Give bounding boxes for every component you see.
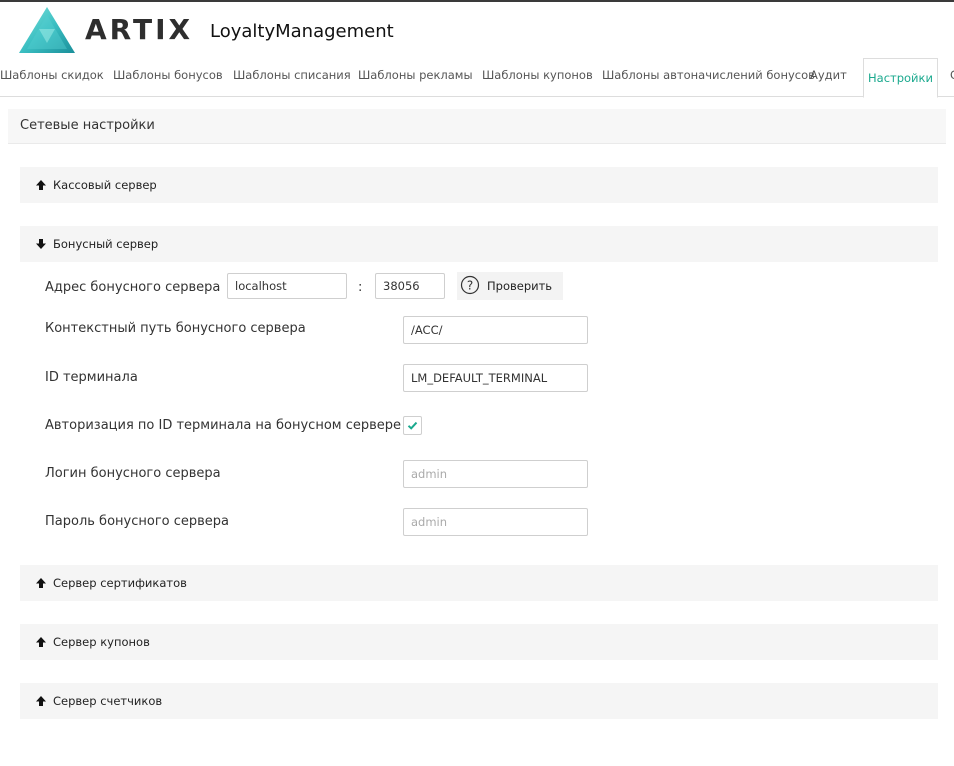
host-port-separator: : bbox=[358, 280, 363, 295]
check-button-label: Проверить bbox=[487, 279, 553, 293]
password-input[interactable] bbox=[403, 508, 588, 536]
tab-auto-bonus-templates[interactable]: Шаблоны автоначислений бонусов bbox=[602, 57, 815, 93]
terminal-auth-label: Авторизация по ID терминала на бонусном … bbox=[45, 418, 402, 433]
tab-discount-templates[interactable]: Шаблоны скидок bbox=[0, 57, 104, 93]
terminal-auth-checkbox[interactable] bbox=[403, 416, 422, 435]
terminal-id-label: ID терминала bbox=[45, 370, 138, 385]
top-border bbox=[0, 0, 954, 2]
tab-bonus-templates[interactable]: Шаблоны бонусов bbox=[113, 57, 223, 93]
panel-title: Сетевые настройки bbox=[20, 118, 155, 133]
terminal-id-input[interactable] bbox=[403, 364, 588, 392]
check-connection-button[interactable]: ? Проверить bbox=[457, 272, 563, 300]
panel-header: Сетевые настройки bbox=[8, 109, 946, 144]
context-path-input[interactable] bbox=[403, 316, 588, 344]
arrow-up-icon bbox=[36, 637, 46, 647]
main-tabs: Шаблоны скидок Шаблоны бонусов Шаблоны с… bbox=[0, 57, 954, 98]
arrow-up-icon bbox=[36, 180, 46, 190]
help-circle-icon: ? bbox=[460, 275, 480, 295]
host-input[interactable] bbox=[227, 273, 347, 299]
section-title: Сервер купонов bbox=[53, 635, 150, 649]
address-label: Адрес бонусного сервера bbox=[45, 280, 221, 295]
brand-name: ARTIX bbox=[85, 13, 194, 46]
section-title: Сервер сертификатов bbox=[53, 576, 187, 590]
tab-audit[interactable]: Аудит bbox=[810, 57, 847, 93]
checkmark-icon bbox=[407, 421, 418, 430]
section-title: Бонусный сервер bbox=[53, 237, 159, 251]
artix-logo-icon bbox=[19, 7, 75, 53]
svg-text:?: ? bbox=[467, 279, 473, 293]
password-label: Пароль бонусного сервера bbox=[45, 514, 230, 529]
login-label: Логин бонусного сервера bbox=[45, 466, 221, 481]
section-cash-server[interactable]: Кассовый сервер bbox=[20, 167, 938, 203]
tab-writeoff-templates[interactable]: Шаблоны списания bbox=[233, 57, 351, 93]
port-input[interactable] bbox=[375, 273, 445, 299]
arrow-down-icon bbox=[36, 239, 46, 249]
arrow-up-icon bbox=[36, 696, 46, 706]
tab-overflow[interactable]: С bbox=[950, 57, 954, 93]
tab-ad-templates[interactable]: Шаблоны рекламы bbox=[358, 57, 473, 93]
context-path-label: Контекстный путь бонусного сервера bbox=[45, 321, 306, 336]
section-title: Кассовый сервер bbox=[53, 178, 157, 192]
section-title: Сервер счетчиков bbox=[53, 694, 163, 708]
section-cert-server[interactable]: Сервер сертификатов bbox=[20, 565, 938, 601]
arrow-up-icon bbox=[36, 578, 46, 588]
section-bonus-server[interactable]: Бонусный сервер bbox=[20, 226, 938, 262]
section-coupon-server[interactable]: Сервер купонов bbox=[20, 624, 938, 660]
tab-coupon-templates[interactable]: Шаблоны купонов bbox=[482, 57, 593, 93]
login-input[interactable] bbox=[403, 460, 588, 488]
app-name: LoyaltyManagement bbox=[210, 21, 394, 42]
tab-settings[interactable]: Настройки bbox=[863, 58, 938, 98]
section-counter-server[interactable]: Сервер счетчиков bbox=[20, 683, 938, 719]
